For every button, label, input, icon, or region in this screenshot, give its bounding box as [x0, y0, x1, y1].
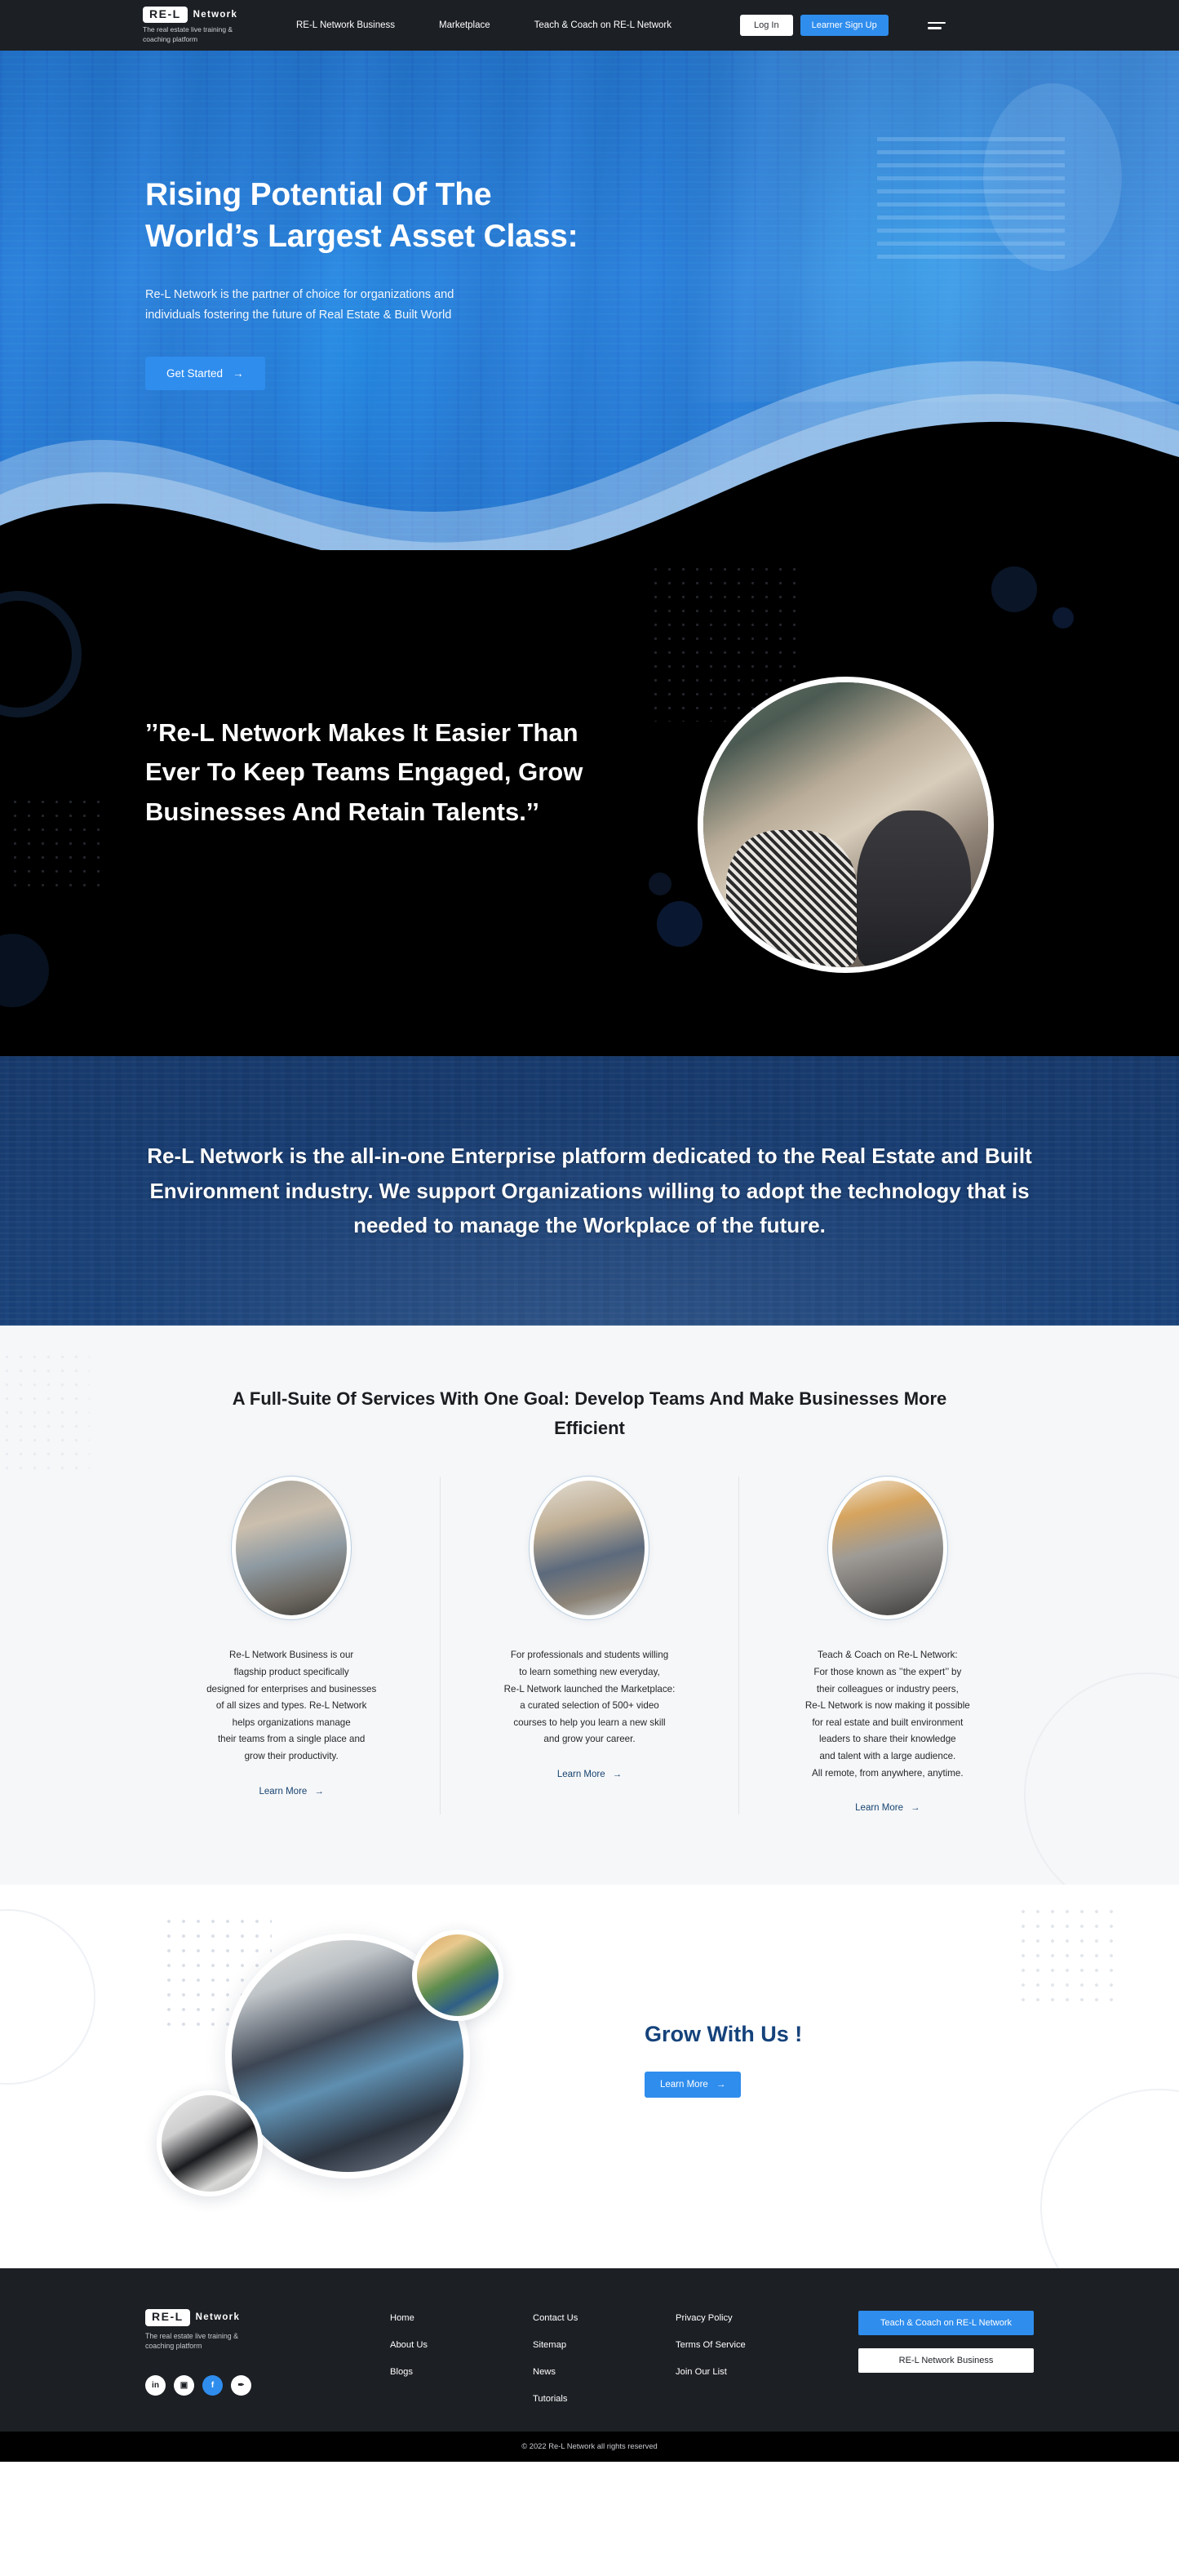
footer-cta-buttons: Teach & Coach on RE-L Network RE-L Netwo…	[858, 2309, 1034, 2374]
service-card-image	[231, 1476, 352, 1621]
decor-dot-grid	[0, 1350, 90, 1472]
learn-more-link[interactable]: Learn More →	[855, 1803, 920, 1813]
footer-link-tutorials[interactable]: Tutorials	[533, 2394, 676, 2404]
footer-column-1: Home About Us Blogs	[390, 2309, 533, 2377]
site-footer: RE-L Network The real estate live traini…	[0, 2268, 1179, 2432]
burger-line	[927, 21, 946, 24]
burger-line	[927, 27, 942, 29]
site-header: RE-L Network The real estate live traini…	[0, 0, 1179, 51]
services-section: A Full-Suite Of Services With One Goal: …	[0, 1326, 1179, 1885]
login-button[interactable]: Log In	[739, 15, 793, 36]
social-links: in ▣ f ✒	[145, 2375, 390, 2396]
arrow-right-icon: →	[612, 1770, 623, 1779]
decor-ring	[0, 591, 82, 717]
footer-link-blogs[interactable]: Blogs	[390, 2367, 533, 2377]
logo-wordmark: Network	[195, 2312, 241, 2323]
instagram-icon[interactable]: ▣	[174, 2375, 194, 2396]
footer-teach-coach-button[interactable]: Teach & Coach on RE-L Network	[858, 2311, 1034, 2336]
decor-circle	[991, 566, 1037, 612]
decor-dot-grid	[8, 795, 106, 897]
logo-row: RE-L Network	[143, 7, 241, 24]
nav-item-marketplace[interactable]: Marketplace	[439, 20, 490, 30]
statement-text: Re-L Network is the all-in-one Enterpris…	[147, 1144, 1032, 1238]
services-title: A Full-Suite Of Services With One Goal: …	[232, 1388, 947, 1438]
grow-learn-more-button[interactable]: Learn More →	[645, 2072, 742, 2099]
arrow-right-icon: →	[910, 1803, 920, 1814]
footer-column-3: Privacy Policy Terms Of Service Join Our…	[676, 2309, 818, 2377]
footer-link-sitemap[interactable]: Sitemap	[533, 2340, 676, 2350]
service-card-text: For professionals and students willing t…	[503, 1650, 676, 1745]
learn-more-label: Learn More	[855, 1803, 903, 1814]
hero-wave-divider	[0, 307, 1179, 550]
nav-item-teach-coach[interactable]: Teach & Coach on RE-L Network	[534, 20, 671, 30]
hero-title: Rising Potential Of The World’s Largest …	[145, 175, 667, 257]
decor-ring	[0, 1909, 95, 2085]
arrow-right-icon: →	[716, 2080, 726, 2090]
wave-svg	[0, 361, 1179, 550]
footer-logo[interactable]: RE-L Network	[145, 2309, 390, 2326]
learn-more-link[interactable]: Learn More →	[557, 1770, 622, 1779]
footer-link-home[interactable]: Home	[390, 2313, 533, 2323]
hamburger-menu-icon[interactable]	[927, 19, 946, 33]
logo-wordmark: Network	[193, 10, 238, 20]
footer-content: RE-L Network The real estate live traini…	[0, 2309, 1179, 2404]
quote-photo-image	[703, 682, 988, 967]
decor-circle	[657, 901, 703, 947]
hero-title-line-1: Rising Potential Of The	[145, 177, 492, 212]
service-card: Re-L Network Business is our flagship pr…	[143, 1476, 440, 1814]
quote-photo	[698, 677, 994, 973]
footer-tagline: The real estate live training & coaching…	[145, 2331, 238, 2350]
footer-link-contact-us[interactable]: Contact Us	[533, 2313, 676, 2323]
footer-link-terms-of-service[interactable]: Terms Of Service	[676, 2340, 818, 2350]
logo-badge: RE-L	[145, 2309, 190, 2326]
service-card-text: Teach & Coach on Re-L Network: For those…	[804, 1650, 970, 1779]
service-card-image	[827, 1476, 948, 1621]
landing-page: RE-L Network The real estate live traini…	[0, 0, 1179, 2463]
decor-circle	[649, 873, 671, 895]
hero-subtitle-line-1: Re-L Network is the partner of choice fo…	[145, 288, 454, 302]
footer-business-button[interactable]: RE-L Network Business	[858, 2348, 1034, 2374]
footer-link-join-our-list[interactable]: Join Our List	[676, 2367, 818, 2377]
quote-text: ’’Re-L Network Makes It Easier Than Ever…	[145, 718, 583, 826]
learn-more-link[interactable]: Learn More →	[259, 1787, 324, 1797]
learner-signup-button[interactable]: Learner Sign Up	[800, 15, 889, 36]
primary-nav: RE-L Network Business Marketplace Teach …	[296, 20, 671, 30]
grow-title: Grow With Us !	[645, 2022, 803, 2047]
grow-section: Grow With Us ! Learn More →	[0, 1885, 1179, 2269]
footer-brand: RE-L Network The real estate live traini…	[145, 2309, 390, 2396]
header-logo[interactable]: RE-L Network The real estate live traini…	[143, 7, 241, 44]
linkedin-icon[interactable]: in	[145, 2375, 166, 2396]
facebook-icon[interactable]: f	[202, 2375, 223, 2396]
logo-tagline: The real estate live training & coaching…	[143, 25, 233, 43]
header-actions: Log In Learner Sign Up	[739, 15, 889, 36]
decor-dot-grid	[1016, 1904, 1114, 2007]
decor-circle	[0, 934, 49, 1007]
grow-top-photo	[412, 1930, 503, 2022]
service-card: Teach & Coach on Re-L Network: For those…	[738, 1476, 1036, 1815]
grow-bottom-photo	[157, 2090, 263, 2197]
service-card-image	[529, 1476, 650, 1621]
hero-title-line-2: World’s Largest Asset Class:	[145, 218, 578, 254]
nav-item-business[interactable]: RE-L Network Business	[296, 20, 395, 30]
learn-more-label: Learn More	[259, 1786, 308, 1797]
learn-more-label: Learn More	[556, 1770, 605, 1779]
footer-column-2: Contact Us Sitemap News Tutorials	[533, 2309, 676, 2404]
statement-section: Re-L Network is the all-in-one Enterpris…	[0, 1056, 1179, 1326]
hero-section: Rising Potential Of The World’s Largest …	[0, 51, 1179, 550]
service-card-text: Re-L Network Business is our flagship pr…	[206, 1650, 377, 1761]
service-card: For professionals and students willing t…	[440, 1476, 738, 1815]
footer-link-about-us[interactable]: About Us	[390, 2340, 533, 2350]
copyright-bar: © 2022 Re-L Network all rights reserved	[0, 2432, 1179, 2463]
logo-badge: RE-L	[143, 7, 188, 24]
twitter-icon[interactable]: ✒	[231, 2375, 251, 2396]
footer-link-privacy-policy[interactable]: Privacy Policy	[676, 2313, 818, 2323]
arrow-right-icon: →	[314, 1786, 324, 1797]
decor-circle	[1053, 607, 1074, 628]
grow-content: Grow With Us ! Learn More →	[645, 2022, 803, 2099]
decor-ring	[1040, 2089, 1179, 2269]
quote-section: ’’Re-L Network Makes It Easier Than Ever…	[0, 550, 1179, 1056]
service-cards: Re-L Network Business is our flagship pr…	[0, 1476, 1179, 1815]
grow-learn-more-label: Learn More	[660, 2080, 708, 2090]
footer-link-news[interactable]: News	[533, 2367, 676, 2377]
